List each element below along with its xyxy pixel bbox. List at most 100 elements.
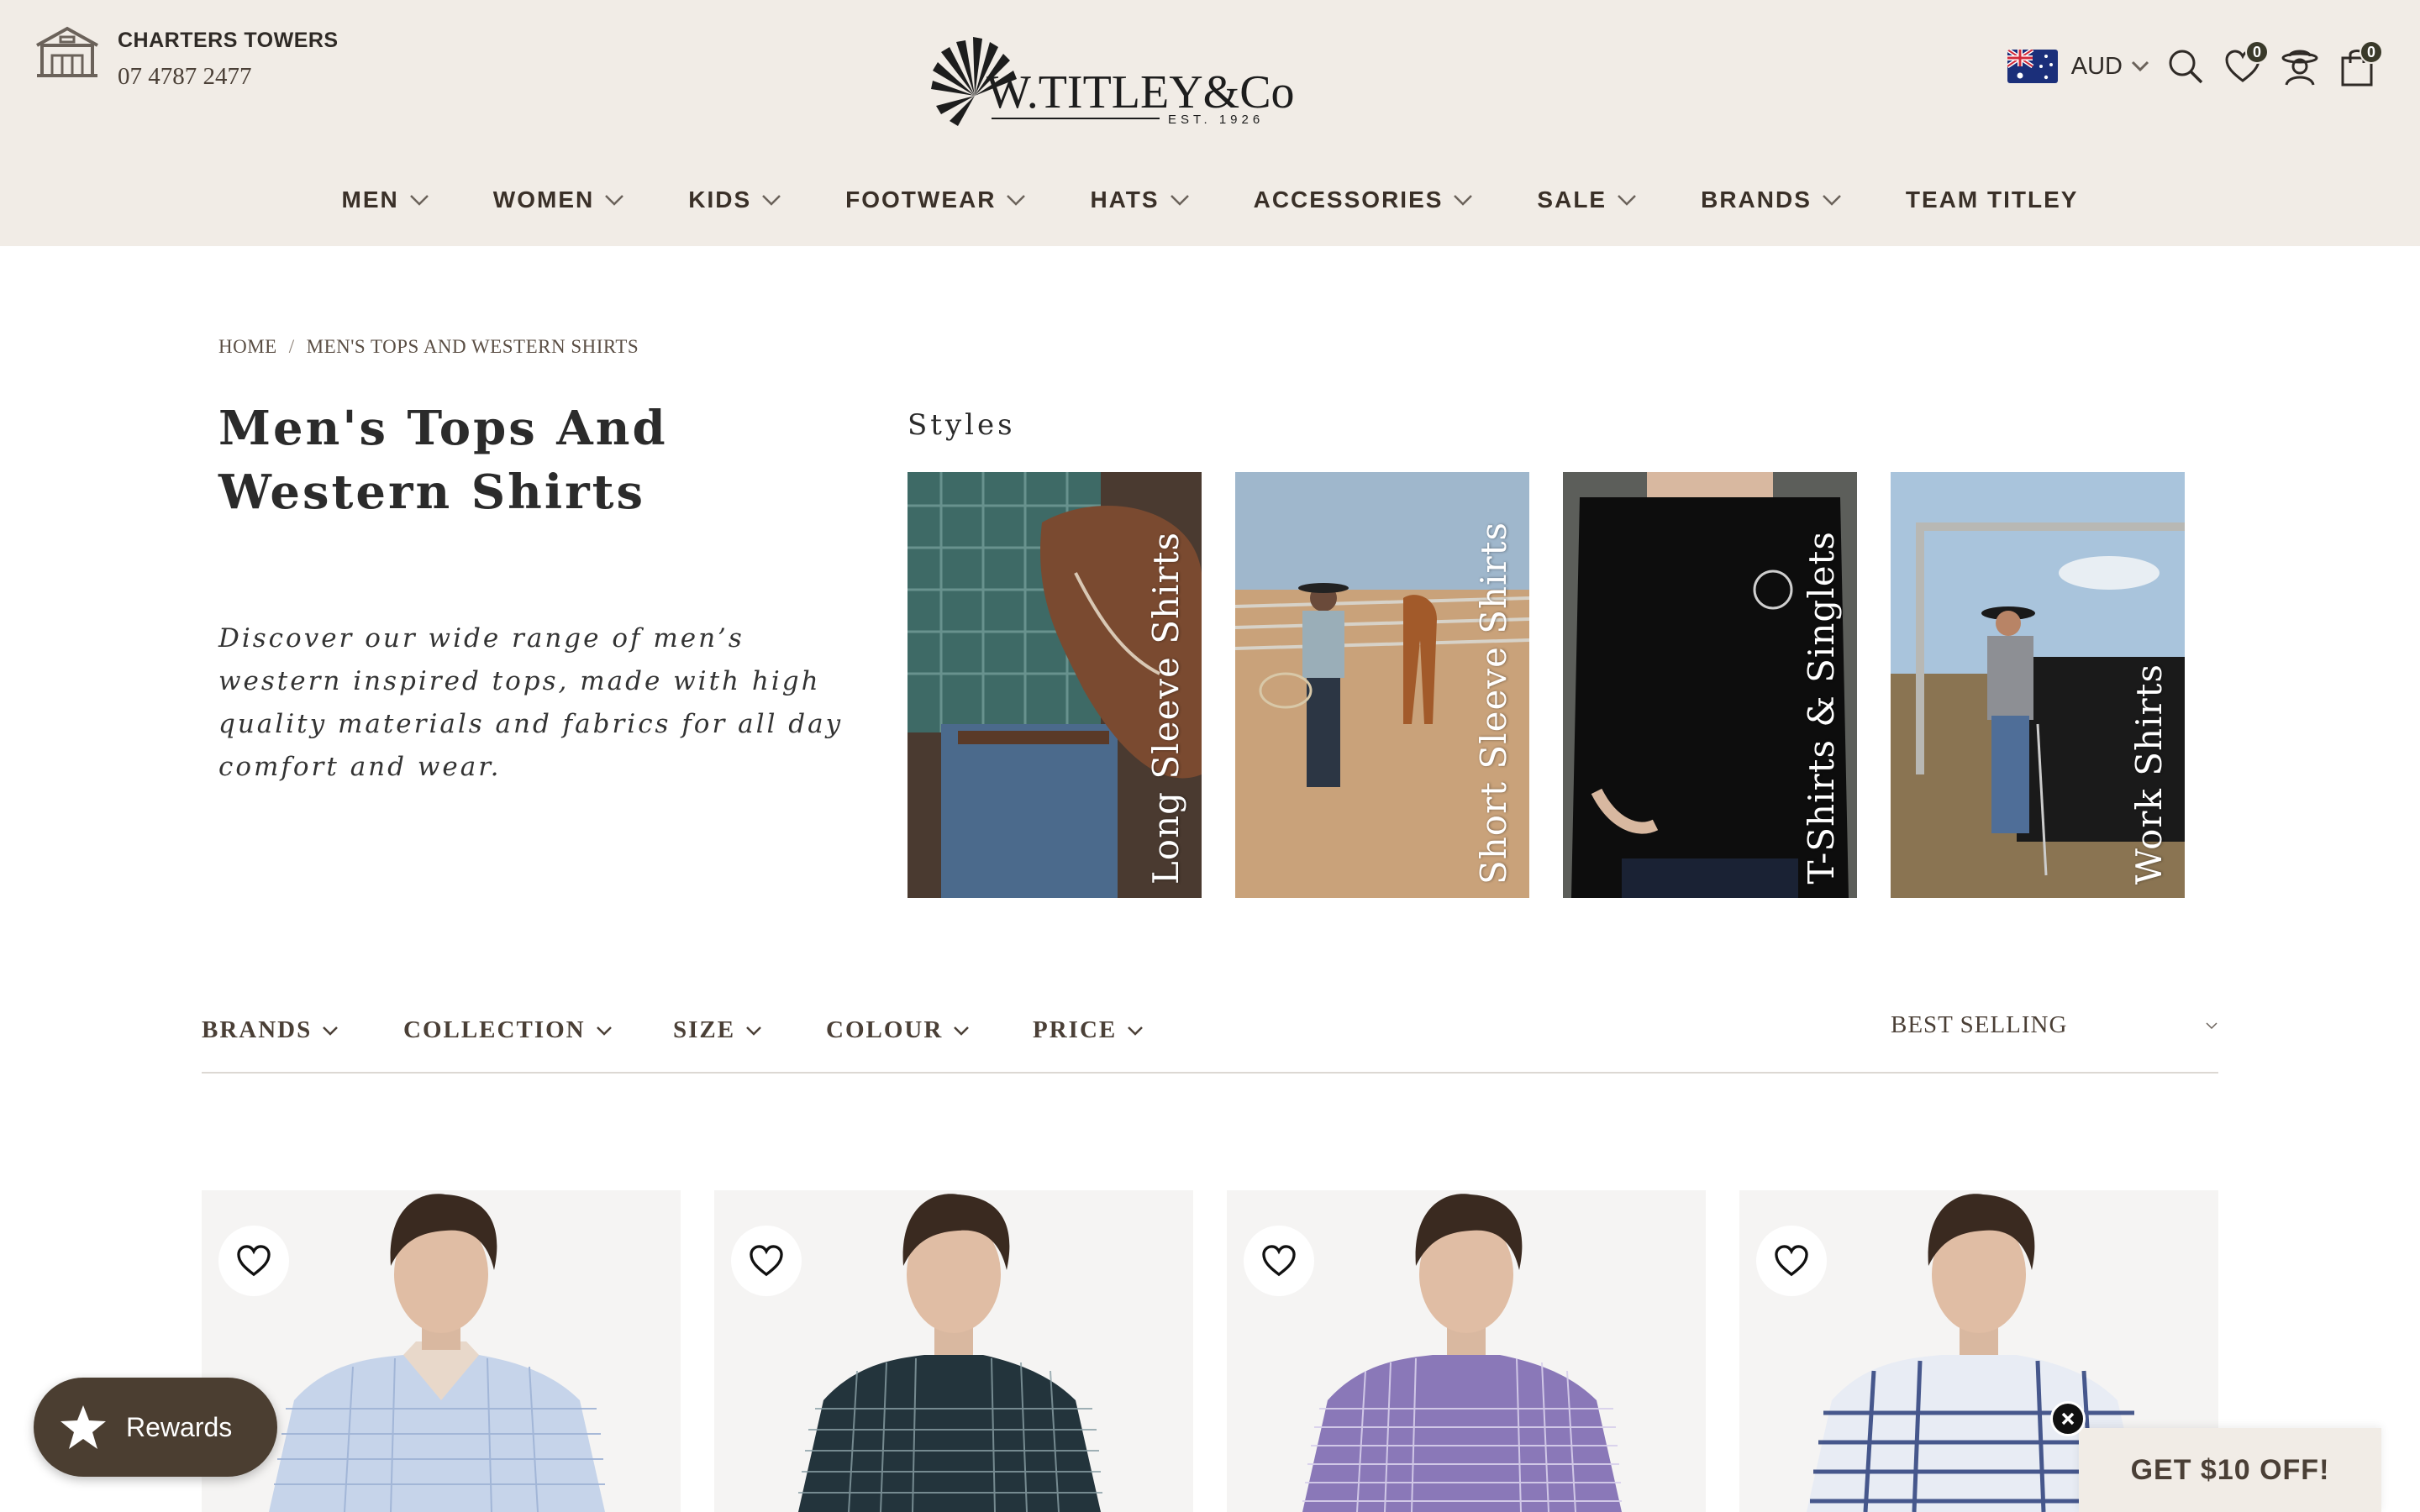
nav-item-label: KIDS <box>688 186 752 213</box>
product-grid <box>202 1190 2218 1512</box>
close-promo-button[interactable] <box>2050 1401 2086 1436</box>
nav-item-label: BRANDS <box>1701 186 1812 213</box>
chevron-down-icon <box>954 1026 970 1036</box>
breadcrumb: HOME / MEN'S TOPS AND WESTERN SHIRTS <box>218 336 639 358</box>
rewards-label: Rewards <box>126 1411 233 1442</box>
nav-item-label: HATS <box>1090 186 1160 213</box>
filter-bar: BRANDS COLLECTION SIZE COLOUR PRICE BEST… <box>202 1006 2218 1074</box>
heart-icon <box>1262 1245 1296 1277</box>
nav-item-women[interactable]: WOMEN <box>493 186 624 213</box>
discount-promo-tab[interactable]: GET $10 OFF! <box>2079 1428 2381 1512</box>
chevron-down-icon <box>1618 195 1636 206</box>
product-card[interactable] <box>202 1190 681 1512</box>
logo-wordmark: W.TITLEY&Co <box>986 66 1295 118</box>
store-name: CHARTERS TOWERS <box>118 29 339 52</box>
style-tile-label: Work Shirts <box>2128 663 2170 885</box>
filter-price[interactable]: PRICE <box>1033 1016 1144 1044</box>
header-tools: AUD 0 0 <box>2007 40 2383 89</box>
filter-label: BRANDS <box>202 1016 313 1043</box>
heart-icon <box>1775 1245 1808 1277</box>
chevron-down-icon[interactable] <box>2131 60 2149 72</box>
account-button[interactable] <box>2279 44 2321 89</box>
site-header: CHARTERS TOWERS 07 4787 2477 W.TITLEY&Co… <box>0 0 2420 246</box>
style-tiles: Long Sleeve Shirts Short Sleeve Shirts T… <box>908 472 2185 898</box>
breadcrumb-home[interactable]: HOME <box>218 336 277 357</box>
chevron-down-icon <box>1007 195 1026 206</box>
chevron-down-icon <box>1170 195 1189 206</box>
nav-item-kids[interactable]: KIDS <box>688 186 781 213</box>
add-to-wishlist-button[interactable] <box>731 1226 802 1296</box>
style-tile-label: Short Sleeve Shirts <box>1473 521 1514 885</box>
chevron-down-icon <box>409 195 429 206</box>
sort-select[interactable]: BEST SELLING <box>1891 1011 2218 1039</box>
filter-label: COLLECTION <box>403 1016 586 1043</box>
nav-item-label: TEAM TITLEY <box>1905 186 2079 213</box>
chevron-down-icon <box>596 1026 612 1036</box>
close-icon <box>2061 1412 2075 1425</box>
nav-item-sale[interactable]: SALE <box>1537 186 1637 213</box>
nav-item-label: MEN <box>341 186 399 213</box>
add-to-wishlist-button[interactable] <box>1756 1226 1827 1296</box>
search-button[interactable] <box>2165 44 2207 89</box>
style-tile-short-sleeve[interactable]: Short Sleeve Shirts <box>1235 472 1529 898</box>
search-icon <box>2169 50 2203 84</box>
filter-label: COLOUR <box>826 1016 944 1043</box>
product-card[interactable] <box>714 1190 1193 1512</box>
chevron-down-icon <box>323 1026 339 1036</box>
rewards-launcher[interactable]: Rewards <box>34 1378 277 1477</box>
filter-size[interactable]: SIZE <box>673 1016 762 1044</box>
filter-label: SIZE <box>673 1016 736 1043</box>
styles-heading: Styles <box>908 408 1016 442</box>
australia-flag-icon[interactable] <box>2007 50 2058 83</box>
nav-item-footwear[interactable]: FOOTWEAR <box>845 186 1026 213</box>
style-tile-long-sleeve[interactable]: Long Sleeve Shirts <box>908 472 1202 898</box>
heart-icon <box>237 1245 271 1277</box>
brand-logo[interactable]: W.TITLEY&Co EST. 1926 <box>924 20 1361 129</box>
chevron-down-icon <box>1823 195 1841 206</box>
chevron-down-icon <box>762 195 781 206</box>
cart-button[interactable]: 0 <box>2336 40 2383 89</box>
sort-value: BEST SELLING <box>1891 1011 2068 1038</box>
nav-item-accessories[interactable]: ACCESSORIES <box>1254 186 1474 213</box>
nav-item-label: FOOTWEAR <box>845 186 997 213</box>
page-title: Men's Tops And Western Shirts <box>218 401 668 520</box>
store-locator[interactable]: CHARTERS TOWERS 07 4787 2477 <box>32 24 339 91</box>
chevron-down-icon <box>1454 195 1473 206</box>
wishlist-count-badge: 0 <box>2245 40 2269 64</box>
main-navigation: MEN WOMEN KIDS FOOTWEAR HATS ACCESSORIES… <box>0 186 2420 213</box>
style-tile-tshirts[interactable]: T-Shirts & Singlets <box>1563 472 1857 898</box>
star-icon <box>60 1405 106 1449</box>
heart-icon <box>750 1245 783 1277</box>
filter-label: PRICE <box>1033 1016 1118 1043</box>
currency-selector[interactable]: AUD <box>2071 53 2123 81</box>
breadcrumb-current[interactable]: MEN'S TOPS AND WESTERN SHIRTS <box>307 336 639 357</box>
wishlist-button[interactable]: 0 <box>2222 40 2269 89</box>
style-tile-work-shirts[interactable]: Work Shirts <box>1891 472 2185 898</box>
product-card[interactable] <box>1227 1190 1706 1512</box>
collection-description: Discover our wide range of men’s western… <box>218 623 844 782</box>
chevron-down-icon <box>2206 1021 2217 1029</box>
store-phone[interactable]: 07 4787 2477 <box>118 63 339 91</box>
nav-item-label: ACCESSORIES <box>1253 186 1444 213</box>
add-to-wishlist-button[interactable] <box>1244 1226 1314 1296</box>
breadcrumb-separator: / <box>288 336 295 357</box>
filter-colour[interactable]: COLOUR <box>826 1016 970 1044</box>
chevron-down-icon <box>1128 1026 1144 1036</box>
style-tile-label: Long Sleeve Shirts <box>1145 531 1186 885</box>
nav-item-hats[interactable]: HATS <box>1090 186 1189 213</box>
add-to-wishlist-button[interactable] <box>218 1226 289 1296</box>
cart-count-badge: 0 <box>2360 40 2383 64</box>
store-icon <box>36 26 98 77</box>
chevron-down-icon <box>605 195 624 206</box>
nav-item-label: SALE <box>1537 186 1607 213</box>
filter-collection[interactable]: COLLECTION <box>403 1016 613 1044</box>
nav-item-label: WOMEN <box>492 186 595 213</box>
nav-item-men[interactable]: MEN <box>342 186 429 213</box>
nav-item-team-titley[interactable]: TEAM TITLEY <box>1906 186 2079 213</box>
style-tile-label: T-Shirts & Singlets <box>1801 531 1842 885</box>
account-icon <box>2281 50 2318 86</box>
filter-brands[interactable]: BRANDS <box>202 1016 339 1044</box>
chevron-down-icon <box>746 1026 761 1036</box>
logo-established: EST. 1926 <box>1168 113 1265 127</box>
nav-item-brands[interactable]: BRANDS <box>1701 186 1842 213</box>
